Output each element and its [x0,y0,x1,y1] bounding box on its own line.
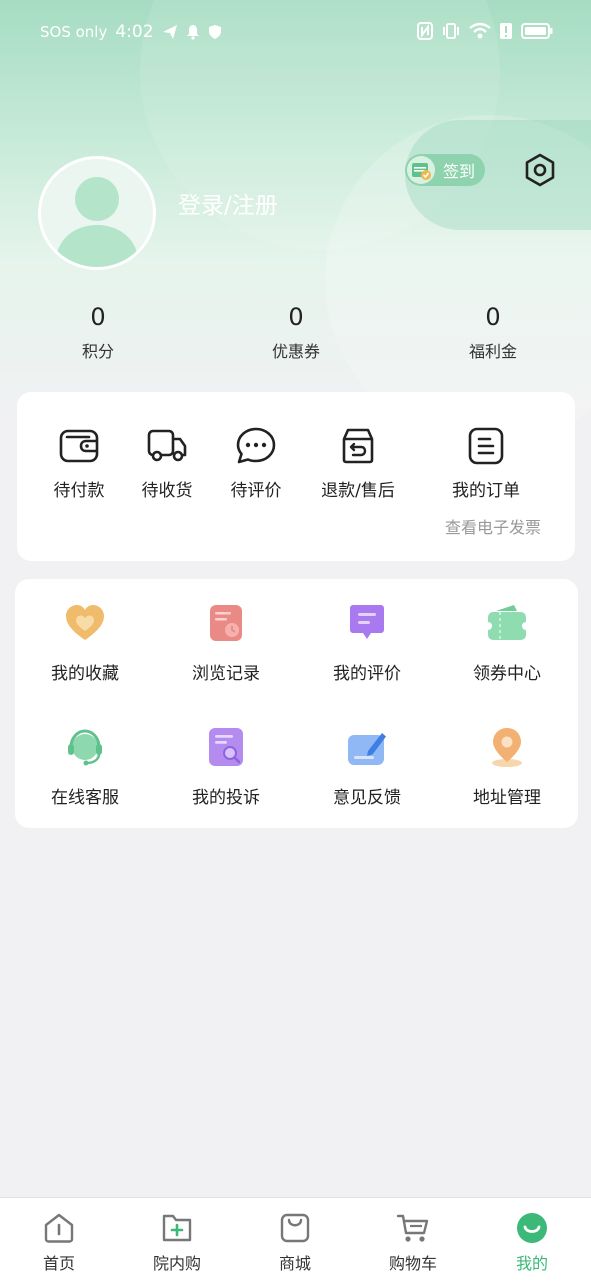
points-label: 积分 [81,342,114,361]
chat-icon [236,427,276,464]
feedback-button[interactable]: 意见反馈 [307,725,427,808]
vibrate-icon [443,23,459,39]
tab-cart[interactable]: 购物车 [363,1210,463,1274]
tab-cart-label: 购物车 [388,1254,437,1273]
pending-review-button[interactable]: 待评价 [211,426,301,501]
headset-icon [68,729,102,766]
address-management-button[interactable]: 地址管理 [447,725,567,808]
welfare-stat[interactable]: 0 福利金 [433,302,553,362]
browse-history-label: 浏览记录 [192,664,260,684]
tab-hospital-shop-label: 院内购 [152,1254,201,1273]
order-list-icon [468,427,504,465]
tab-hospital-shop[interactable]: 院内购 [127,1210,227,1274]
my-reviews-button[interactable]: 我的评价 [307,601,427,684]
history-icon [210,605,242,641]
welfare-label: 福利金 [468,342,517,361]
wallet-icon [59,429,99,463]
feedback-icon [348,733,386,765]
tab-mall[interactable]: 商城 [245,1210,345,1274]
battery-icon [521,23,553,39]
favorites-label: 我的收藏 [51,664,119,684]
my-reviews-label: 我的评价 [333,664,401,684]
user-icon [55,177,139,267]
clock: 4:02 [115,22,154,42]
home-icon [44,1213,74,1243]
orders-card: 待付款 待收货 待评价 退款/售后 我的订单 查看电子发票 [17,392,575,561]
welfare-value: 0 [485,303,501,331]
checkin-button[interactable]: 签到 [405,154,485,186]
feedback-label: 意见反馈 [333,788,401,808]
coupons-label: 优惠券 [271,342,320,361]
tab-mall-label: 商城 [278,1254,311,1273]
pending-review-label: 待评价 [230,481,282,501]
tab-home-label: 首页 [42,1254,75,1273]
bell-icon [186,25,199,40]
complaint-icon [209,728,243,766]
refund-aftersale-label: 退款/售后 [321,481,395,501]
services-card: 我的收藏 浏览记录 我的评价 领券中心 在线客服 我的投诉 意见反馈 地址管理 [15,579,578,828]
tab-profile-label: 我的 [515,1254,548,1273]
wifi-icon [469,22,491,39]
points-value: 0 [90,303,106,331]
coupons-stat[interactable]: 0 优惠券 [236,302,356,362]
calendar-check-icon [407,156,435,184]
tab-home[interactable]: 首页 [9,1210,109,1274]
favorites-button[interactable]: 我的收藏 [25,601,145,684]
settings-button[interactable] [520,150,560,190]
review-icon [350,605,384,639]
pending-payment-label: 待付款 [53,481,105,501]
login-register-link[interactable]: 登录/注册 [178,186,278,220]
address-management-label: 地址管理 [473,788,541,808]
avatar[interactable] [38,156,156,270]
points-stat[interactable]: 0 积分 [38,302,158,362]
pending-receipt-button[interactable]: 待收货 [122,426,212,501]
my-orders-button[interactable]: 我的订单 [441,426,531,501]
coupons-value: 0 [288,303,304,331]
settings-icon [525,153,555,187]
pending-payment-button[interactable]: 待付款 [34,426,124,501]
nfc-icon [417,22,433,40]
heart-icon [66,605,104,640]
bottom-tab-bar: 首页 院内购 商城 购物车 我的 [0,1197,591,1281]
my-orders-label: 我的订单 [452,481,520,501]
shield-icon [208,25,221,39]
status-bar: SOS only 4:02 [0,0,591,66]
alert-icon [500,23,512,39]
browse-history-button[interactable]: 浏览记录 [166,601,286,684]
carrier-text: SOS only [40,23,108,41]
complaints-button[interactable]: 我的投诉 [166,725,286,808]
checkin-label: 签到 [443,162,476,181]
location-icon [492,728,522,767]
coupon-icon [486,605,528,640]
complaints-label: 我的投诉 [192,788,260,808]
customer-service-button[interactable]: 在线客服 [25,725,145,808]
profile-icon [517,1213,547,1243]
view-e-invoice-link[interactable]: 查看电子发票 [445,514,541,538]
pending-receipt-label: 待收货 [141,481,193,501]
coupon-center-label: 领券中心 [473,664,541,684]
send-icon [162,25,177,39]
hospital-shop-icon [162,1214,192,1242]
customer-service-label: 在线客服 [51,788,119,808]
return-box-icon [342,428,374,464]
coupon-center-button[interactable]: 领券中心 [447,601,567,684]
truck-icon [147,429,187,462]
shopping-bag-icon [280,1213,310,1243]
cart-icon [396,1214,429,1242]
tab-profile[interactable]: 我的 [482,1210,582,1274]
refund-aftersale-button[interactable]: 退款/售后 [313,426,403,501]
